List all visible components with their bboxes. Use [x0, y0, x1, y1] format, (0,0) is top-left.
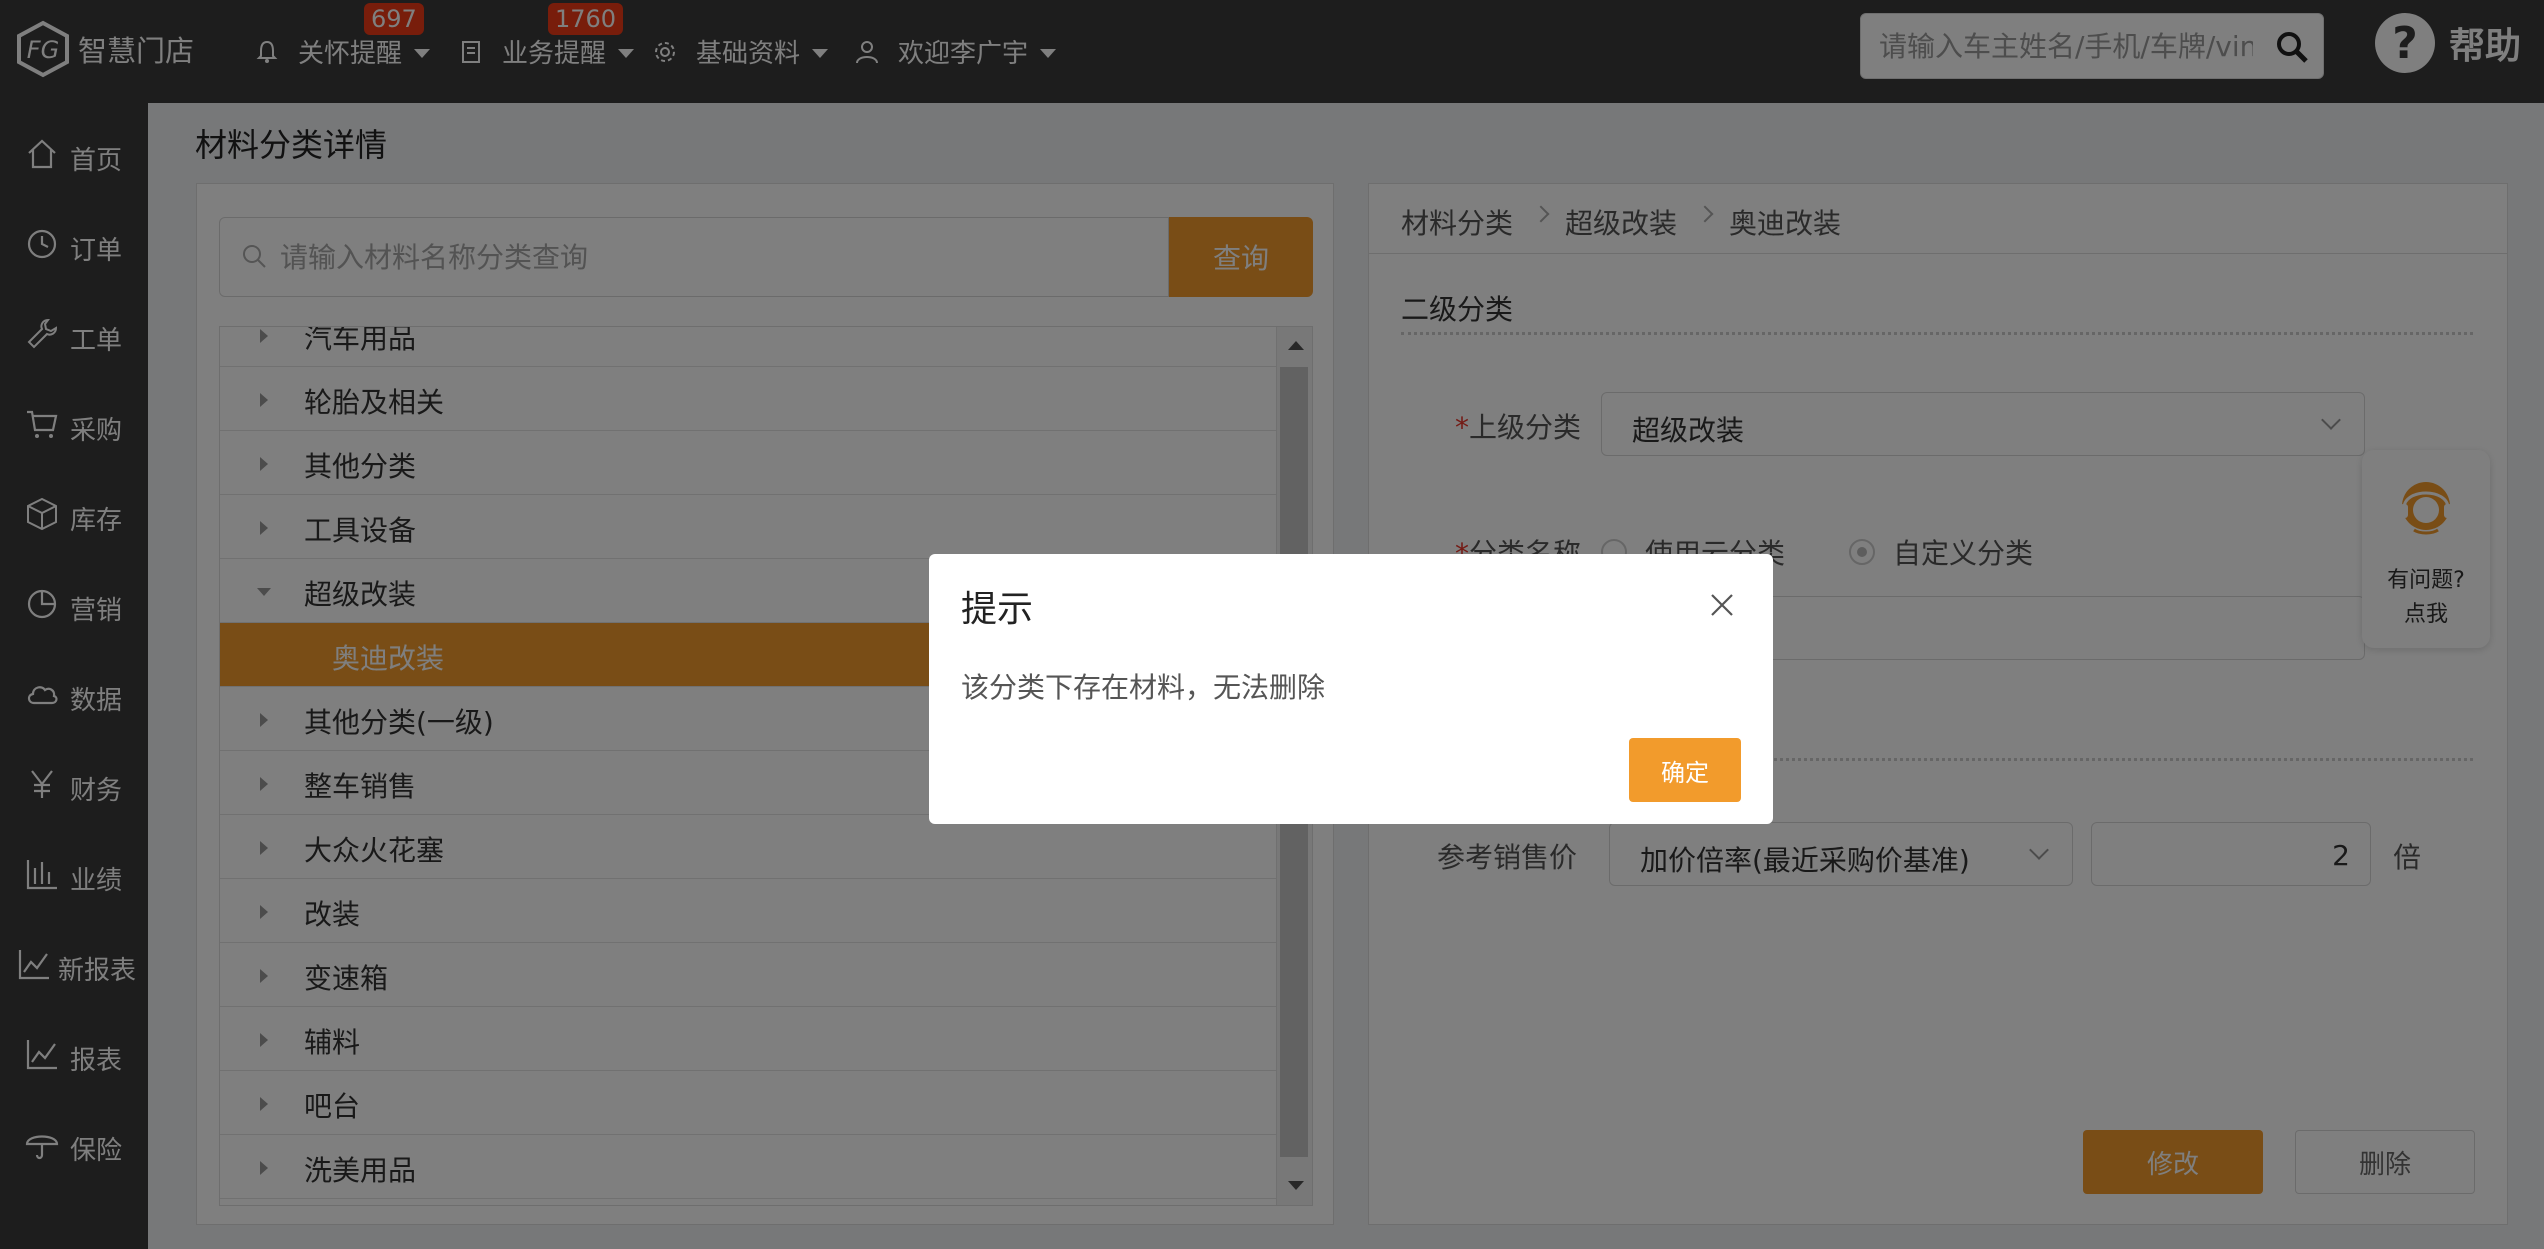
dialog-message: 该分类下存在材料，无法删除 [961, 671, 1326, 704]
close-icon[interactable] [1707, 590, 1737, 620]
confirm-button[interactable]: 确定 [1629, 738, 1741, 802]
alert-dialog: 提示 该分类下存在材料，无法删除 确定 [929, 554, 1773, 824]
dialog-title: 提示 [961, 589, 1034, 630]
